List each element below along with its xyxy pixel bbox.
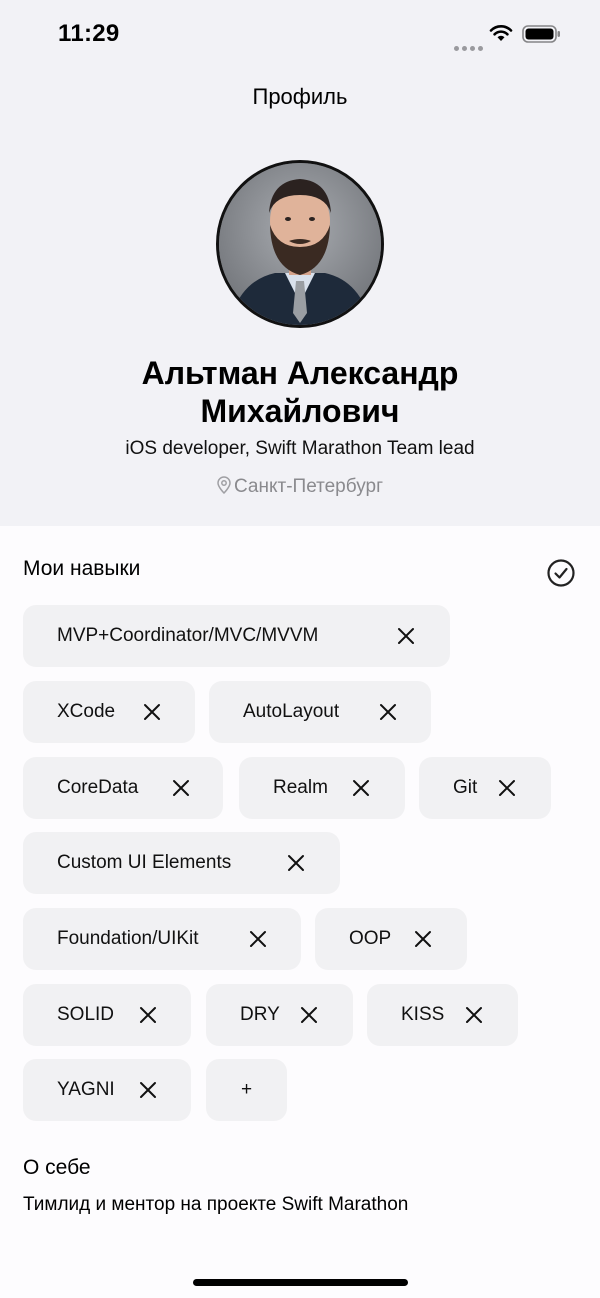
wifi-icon (489, 25, 513, 41)
skill-chip-label: MVP+Coordinator/MVC/MVVM (57, 625, 319, 646)
close-icon[interactable] (352, 779, 370, 797)
skill-chip[interactable]: DRY (206, 984, 353, 1046)
profile-location: Санкт-Петербург (0, 476, 600, 498)
profile-job-title: iOS developer, Swift Marathon Team lead (125, 438, 475, 459)
close-icon[interactable] (249, 930, 267, 948)
about-section-title: О себе (23, 1156, 91, 1179)
status-bar: 11:29 (0, 0, 600, 70)
close-icon[interactable] (414, 930, 432, 948)
skill-chip-label: OOP (349, 928, 392, 949)
skill-chip[interactable]: Git (419, 757, 551, 819)
checkmark-circle-icon[interactable] (546, 558, 576, 588)
about-text: Тимлид и ментор на проекте Swift Maratho… (23, 1194, 409, 1215)
skill-chip[interactable]: OOP (315, 908, 467, 970)
home-indicator[interactable] (193, 1279, 408, 1286)
skill-chip-label: CoreData (57, 777, 139, 798)
close-icon[interactable] (139, 1006, 157, 1024)
signal-dots-icon (454, 38, 486, 56)
skill-chip-label: AutoLayout (243, 701, 340, 722)
skill-chip[interactable]: SOLID (23, 984, 191, 1046)
skill-chip-label: Custom UI Elements (57, 852, 232, 873)
close-icon[interactable] (397, 627, 415, 645)
skill-chip-label: YAGNI (57, 1079, 115, 1100)
skill-chip-label: Realm (273, 777, 328, 798)
skill-chip[interactable]: KISS (367, 984, 518, 1046)
skill-chip-label: Foundation/UIKit (57, 928, 199, 949)
skill-chip-label: SOLID (57, 1004, 115, 1025)
skill-chip-label: Git (453, 777, 478, 798)
close-icon[interactable] (139, 1081, 157, 1099)
page-title: Профиль (252, 84, 348, 109)
skill-chip[interactable]: MVP+Coordinator/MVC/MVVM (23, 605, 450, 667)
add-skill-button[interactable]: + (206, 1059, 287, 1121)
skill-chip[interactable]: Custom UI Elements (23, 832, 340, 894)
skill-chip[interactable]: CoreData (23, 757, 223, 819)
close-icon[interactable] (498, 779, 516, 797)
skill-chip-label: DRY (240, 1004, 280, 1025)
close-icon[interactable] (172, 779, 190, 797)
close-icon[interactable] (300, 1006, 318, 1024)
add-skill-label: + (240, 1079, 253, 1100)
skill-chip[interactable]: Realm (239, 757, 405, 819)
avatar (216, 160, 384, 328)
skill-chip-label: XCode (57, 701, 116, 722)
close-icon[interactable] (287, 854, 305, 872)
skill-chip[interactable]: AutoLayout (209, 681, 431, 743)
skill-chip[interactable]: XCode (23, 681, 195, 743)
status-time: 11:29 (58, 20, 120, 47)
close-icon[interactable] (465, 1006, 483, 1024)
battery-icon (522, 25, 560, 43)
close-icon[interactable] (143, 703, 161, 721)
map-pin-icon (217, 476, 231, 494)
close-icon[interactable] (379, 703, 397, 721)
skill-chip[interactable]: YAGNI (23, 1059, 191, 1121)
skill-chip-label: KISS (401, 1004, 445, 1025)
skills-section-title: Мои навыки (23, 557, 141, 580)
skill-chip[interactable]: Foundation/UIKit (23, 908, 301, 970)
location-text: Санкт-Петербург (233, 476, 383, 497)
profile-name: Альтман Александр Михайлович (141, 355, 459, 429)
